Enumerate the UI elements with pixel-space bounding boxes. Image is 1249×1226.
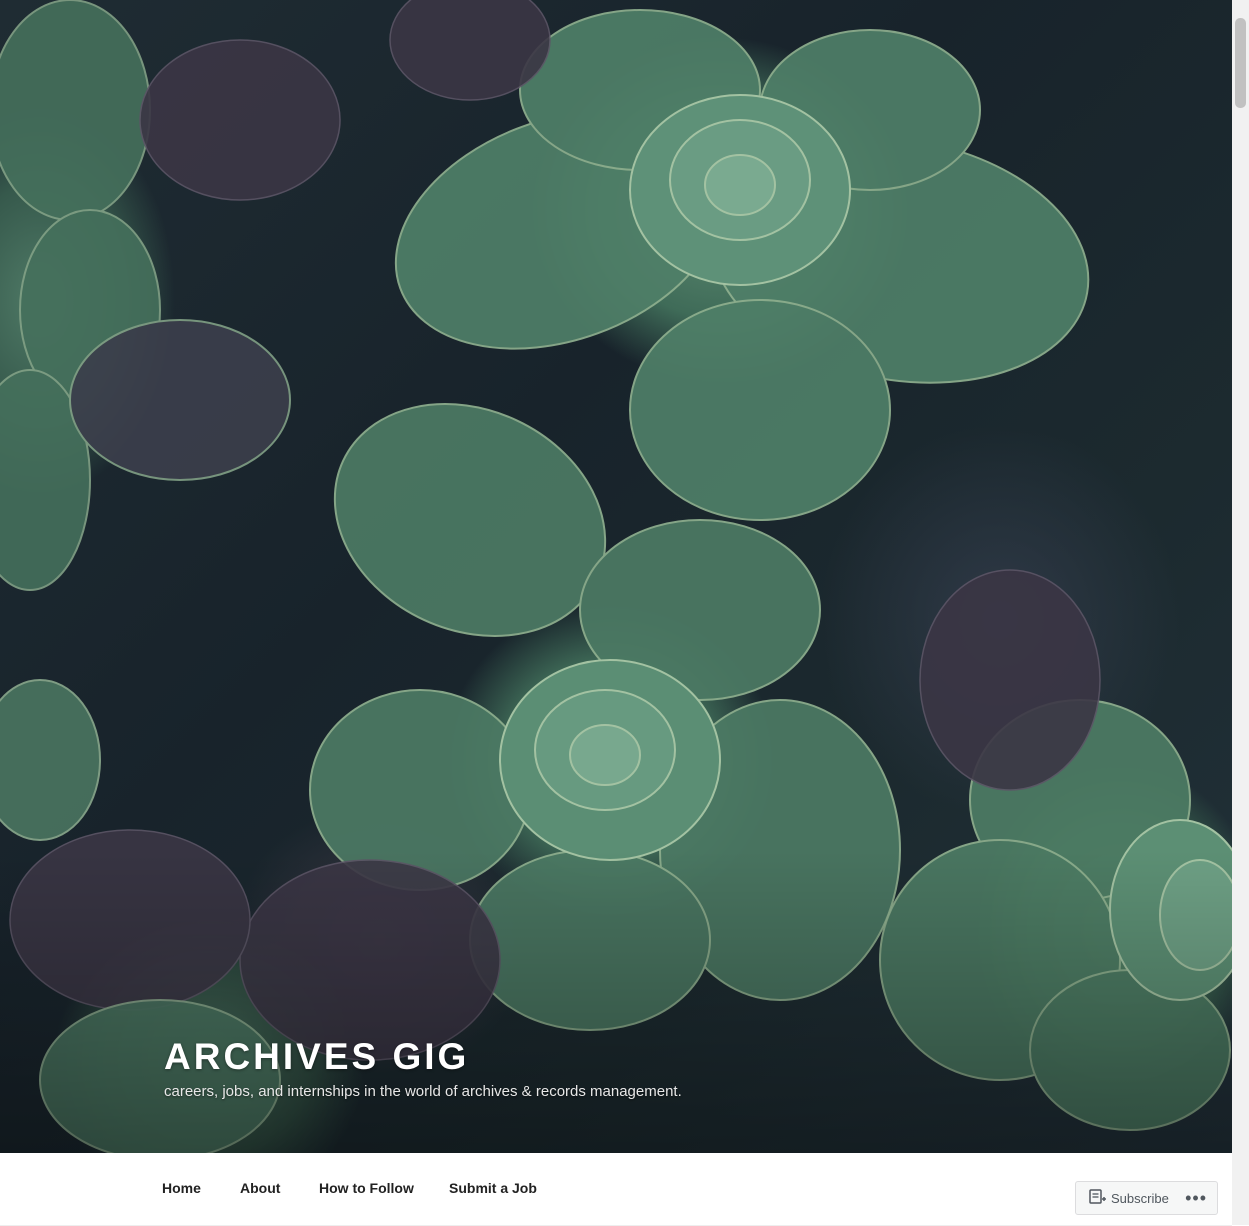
scrollbar-thumb[interactable]	[1235, 18, 1246, 108]
nav-item-home[interactable]: Home	[162, 1180, 201, 1196]
site-title[interactable]: ARCHIVES GIG	[164, 1036, 469, 1078]
subscribe-button[interactable]: Subscribe	[1076, 1189, 1169, 1207]
nav-item-submit-a-job[interactable]: Submit a Job	[449, 1180, 537, 1196]
more-options-icon[interactable]: •••	[1185, 1188, 1207, 1209]
subscribe-label: Subscribe	[1111, 1190, 1169, 1206]
scrollbar-track[interactable]	[1232, 0, 1249, 1225]
nav-item-about[interactable]: About	[240, 1180, 280, 1196]
nav-item-how-to-follow[interactable]: How to Follow	[319, 1180, 414, 1196]
reader-follow-icon	[1089, 1189, 1106, 1207]
site-tagline: careers, jobs, and internships in the wo…	[164, 1083, 682, 1100]
header-image: ARCHIVES GIG careers, jobs, and internsh…	[0, 0, 1232, 1153]
succulent-illustration	[0, 0, 1232, 1153]
subscribe-widget: Subscribe •••	[1075, 1181, 1218, 1215]
